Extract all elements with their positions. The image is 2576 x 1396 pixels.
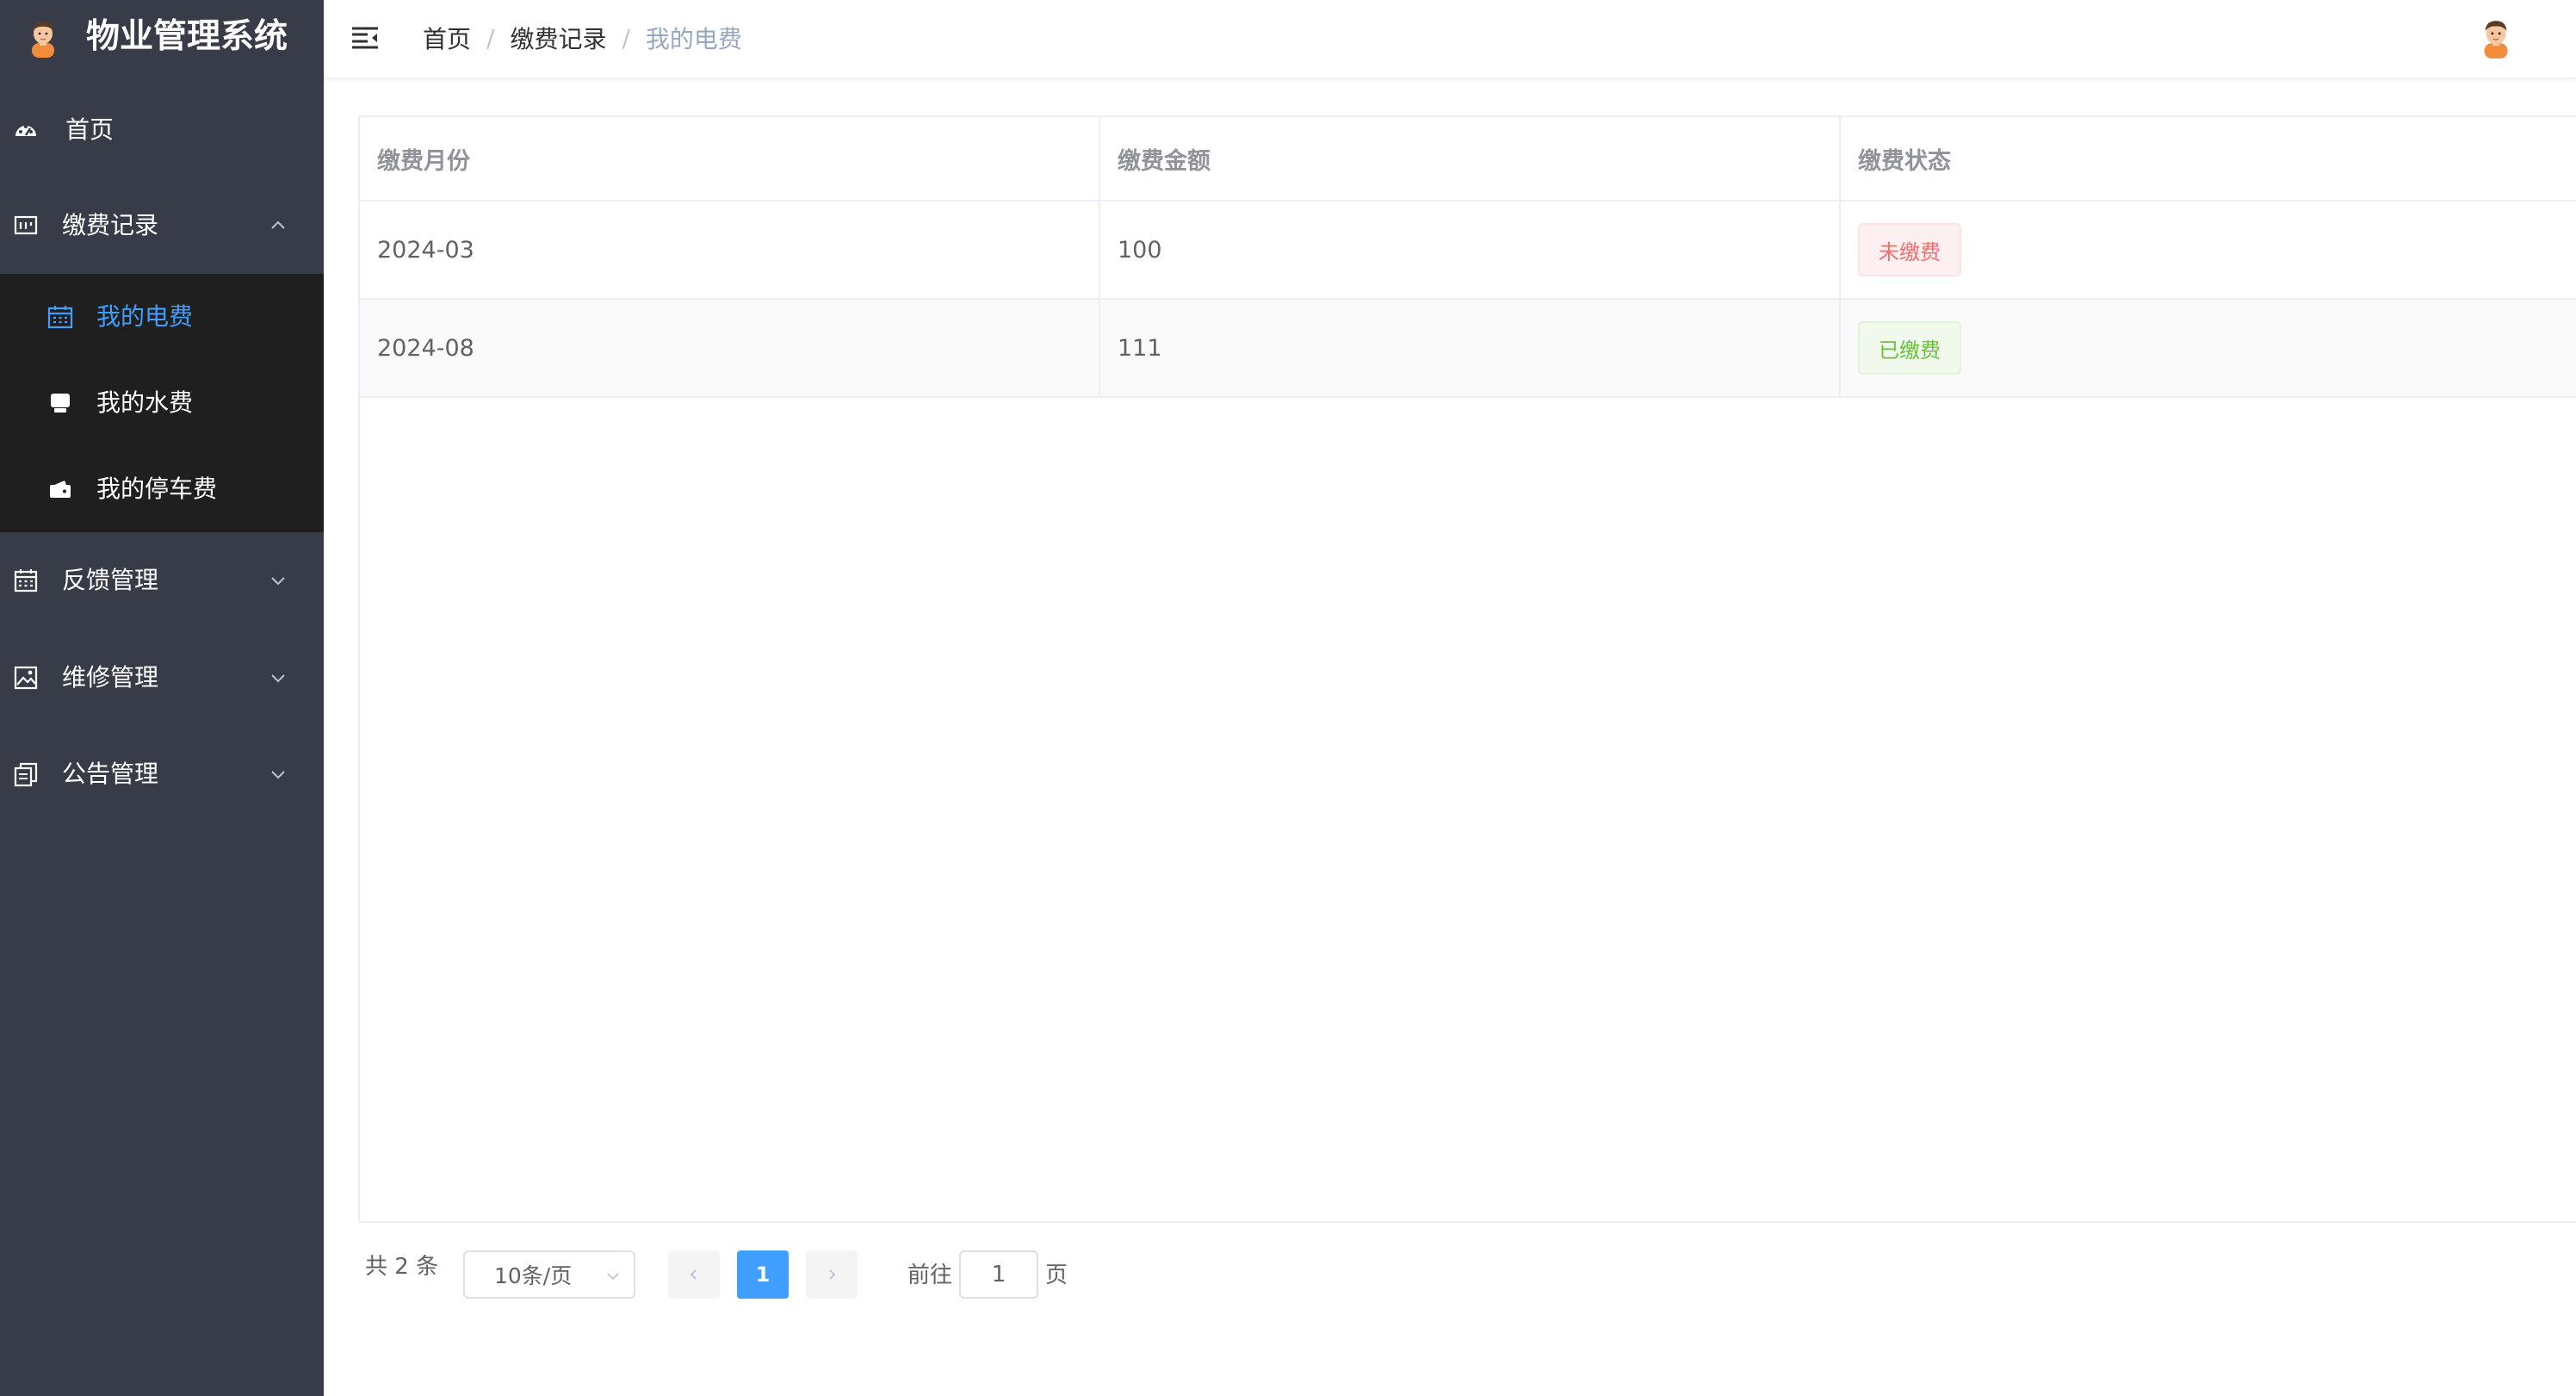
sidebar-item-electricity[interactable]: 我的电费 — [0, 274, 324, 360]
cell-amount: 111 — [1100, 300, 1841, 396]
picture-icon — [12, 664, 40, 692]
column-header-month: 缴费月份 — [360, 117, 1100, 200]
top-header: 首页 / 缴费记录 / 我的电费 — [324, 0, 2576, 79]
data-board-icon — [12, 212, 40, 239]
payment-table: 缴费月份 缴费金额 缴费状态 2024-03 100 未缴费 2024-08 1… — [358, 115, 2576, 1223]
calendar-icon — [46, 303, 74, 331]
cell-status: 未缴费 — [1841, 202, 2576, 298]
status-badge: 未缴费 — [1858, 223, 1961, 276]
logo-avatar-icon — [21, 15, 65, 59]
chevron-down-icon — [269, 668, 288, 687]
chevron-down-icon — [269, 571, 288, 590]
sidebar-item-feedback[interactable]: 反馈管理 — [0, 532, 324, 629]
sidebar-item-label: 我的停车费 — [96, 475, 218, 503]
cell-month: 2024-03 — [360, 202, 1100, 298]
calendar-icon — [12, 567, 40, 594]
breadcrumb-payment-records[interactable]: 缴费记录 — [510, 21, 606, 55]
sidebar-item-label: 维修管理 — [62, 663, 159, 692]
app-title: 物业管理系统 — [86, 17, 288, 56]
chevron-down-icon — [607, 1273, 619, 1281]
sidebar-item-label: 公告管理 — [62, 760, 159, 788]
submenu-payment-records: 我的电费 我的水费 我的停车费 — [0, 274, 324, 532]
cell-month: 2024-08 — [360, 300, 1100, 396]
sidebar: 物业管理系统 首页 缴费记录 我的电费 我的水费 我的停车费 反馈管理 维修管理… — [0, 0, 324, 1396]
page-size-value: 10条/页 — [494, 1263, 573, 1288]
sidebar-item-label: 首页 — [65, 115, 115, 144]
goto-suffix: 页 — [1045, 1263, 1068, 1288]
pagination: 共 2 条 10条/页 1 前往 页 — [358, 1223, 2576, 1300]
sidebar-item-home[interactable]: 首页 — [0, 82, 324, 178]
breadcrumb: 首页 / 缴费记录 / 我的电费 — [423, 19, 742, 57]
dashboard-icon — [12, 116, 40, 144]
table-header-row: 缴费月份 缴费金额 缴费状态 — [360, 117, 2576, 202]
cell-amount: 100 — [1100, 202, 1841, 298]
chevron-down-icon — [269, 765, 288, 784]
sidebar-item-payment-records[interactable]: 缴费记录 — [0, 177, 324, 274]
sidebar-item-water[interactable]: 我的水费 — [0, 360, 324, 446]
breadcrumb-home[interactable]: 首页 — [423, 21, 471, 55]
table-row: 2024-08 111 已缴费 — [360, 300, 2576, 398]
column-header-amount: 缴费金额 — [1100, 117, 1841, 200]
page-size-select[interactable]: 10条/页 — [463, 1250, 635, 1299]
chevron-up-icon — [269, 216, 288, 235]
app-root: 物业管理系统 首页 缴费记录 我的电费 我的水费 我的停车费 反馈管理 维修管理… — [0, 0, 2576, 1396]
user-avatar-icon[interactable] — [2473, 14, 2519, 60]
status-badge: 已缴费 — [1858, 321, 1961, 375]
next-page-button[interactable] — [806, 1250, 858, 1299]
sidebar-item-repair[interactable]: 维修管理 — [0, 630, 324, 726]
column-header-status: 缴费状态 — [1858, 147, 1951, 175]
sidebar-item-notice[interactable]: 公告管理 — [0, 726, 324, 822]
chevron-right-icon — [829, 1269, 836, 1280]
goto-page-input[interactable] — [959, 1250, 1038, 1299]
pagination-total: 共 2 条 — [365, 1254, 439, 1280]
chevron-left-icon — [690, 1269, 697, 1280]
table-row: 2024-03 100 未缴费 — [360, 202, 2576, 300]
cell-status: 已缴费 — [1841, 300, 2576, 396]
sidebar-item-parking[interactable]: 我的停车费 — [0, 446, 324, 532]
sidebar-item-label: 我的电费 — [96, 302, 194, 331]
sidebar-item-label: 缴费记录 — [62, 211, 159, 239]
logo-area: 物业管理系统 — [0, 0, 324, 74]
goto-label: 前往 — [907, 1263, 953, 1288]
breadcrumb-separator: / — [622, 23, 630, 53]
breadcrumb-separator: / — [486, 23, 495, 53]
prev-page-button[interactable] — [668, 1250, 720, 1299]
breadcrumb-current: 我的电费 — [645, 25, 742, 53]
monitor-icon — [46, 389, 74, 417]
document-copy-icon — [12, 760, 40, 788]
sidebar-item-label: 反馈管理 — [62, 566, 159, 594]
sidebar-item-label: 我的水费 — [96, 388, 194, 417]
wallet-icon — [46, 475, 74, 503]
page-number-button[interactable]: 1 — [737, 1250, 789, 1299]
menu-fold-icon[interactable] — [350, 22, 381, 53]
